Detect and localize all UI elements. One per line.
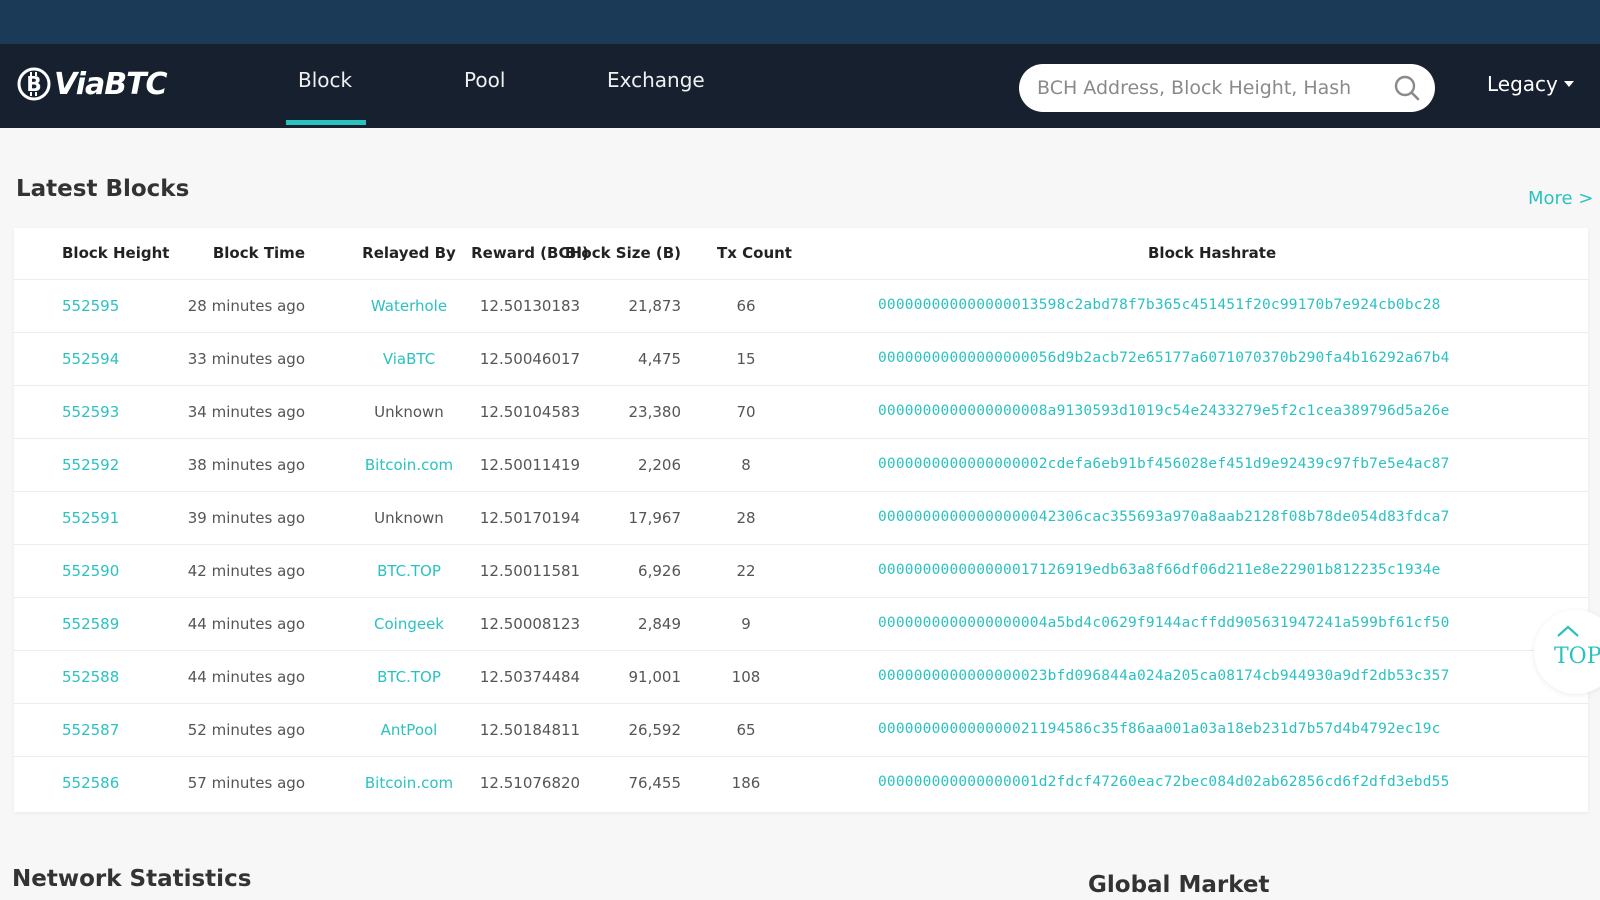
nav-item-block[interactable]: Block [298,68,352,92]
column-header-block-time: Block Time [212,244,305,262]
table-row: 552594 33 minutes ago ViaBTC 12.50046017… [14,333,1588,386]
reward: 12.50374484 [479,668,581,686]
table-row: 552595 28 minutes ago Waterhole 12.50130… [14,280,1588,333]
tx-count: 70 [736,403,756,421]
block-size: 4,475 [638,350,681,368]
block-hash-link[interactable]: 0000000000000000008a9130593d1019c54e2433… [878,403,1450,419]
tx-count: 28 [736,509,756,527]
reward: 12.50104583 [479,403,581,421]
block-size: 6,926 [638,562,681,580]
block-height-link[interactable]: 552588 [62,668,119,686]
block-time: 44 minutes ago [187,668,305,686]
block-height-link[interactable]: 552593 [62,403,119,421]
tx-count: 9 [741,615,751,633]
latest-blocks-title: Latest Blocks [16,176,190,202]
block-size: 76,455 [628,774,682,792]
tx-count: 8 [741,456,751,474]
chevron-up-icon [1557,625,1579,637]
block-hash-link[interactable]: 000000000000000001d2fdcf47260eac72bec084… [878,774,1450,790]
latest-blocks-table: Block Height Block Time Relayed By Rewar… [14,228,1588,812]
tx-count: 15 [736,350,756,368]
block-size: 26,592 [628,721,682,739]
navbar: B ViaBTC Block Pool Exchange Legacy [0,44,1600,128]
nav-active-indicator [286,120,366,125]
column-header-block-height: Block Height [62,244,170,262]
brand-name: ViaBTC [54,66,168,102]
back-to-top-label: TOP [1554,644,1600,669]
reward: 12.50011581 [479,562,581,580]
table-row: 552588 44 minutes ago BTC.TOP 12.5037448… [14,651,1588,704]
tx-count: 65 [736,721,756,739]
block-hash-link[interactable]: 00000000000000000056d9b2acb72e65177a6071… [878,350,1450,366]
block-time: 44 minutes ago [187,615,305,633]
search-input[interactable] [1037,70,1377,106]
block-hash-link[interactable]: 00000000000000000042306cac355693a970a8aa… [878,509,1450,525]
svg-text:B: B [26,72,41,96]
table-header: Block Height Block Time Relayed By Rewar… [14,228,1588,280]
tx-count: 108 [731,668,761,686]
legacy-dropdown[interactable]: Legacy [1487,72,1574,96]
block-size: 17,967 [628,509,682,527]
block-time: 34 minutes ago [187,403,305,421]
nav-item-exchange[interactable]: Exchange [607,68,705,92]
block-hash-link[interactable]: 000000000000000021194586c35f86aa001a03a1… [878,721,1441,737]
search-box [1019,64,1435,112]
reward: 12.50011419 [479,456,581,474]
block-hash-link[interactable]: 0000000000000000002cdefa6eb91bf456028ef4… [878,456,1450,472]
block-time: 42 minutes ago [187,562,305,580]
bitcoin-logo-icon: B [17,67,51,101]
table-row: 552591 39 minutes ago Unknown 12.5017019… [14,492,1588,545]
block-size: 2,206 [638,456,681,474]
reward: 12.50008123 [479,615,581,633]
legacy-label: Legacy [1487,72,1558,96]
block-height-link[interactable]: 552591 [62,509,119,527]
block-time: 33 minutes ago [187,350,305,368]
block-size: 2,849 [638,615,681,633]
block-size: 91,001 [628,668,682,686]
brand-logo[interactable]: B ViaBTC [16,62,168,106]
caret-down-icon [1563,81,1574,87]
block-size: 21,873 [628,297,682,315]
reward: 12.50130183 [479,297,581,315]
block-time: 28 minutes ago [187,297,305,315]
tx-count: 22 [736,562,756,580]
table-row: 552592 38 minutes ago Bitcoin.com 12.500… [14,439,1588,492]
global-market-title: Global Market [1088,872,1270,898]
table-row: 552586 57 minutes ago Bitcoin.com 12.510… [14,757,1588,810]
tx-count: 186 [731,774,761,792]
reward: 12.50046017 [479,350,581,368]
block-time: 39 minutes ago [187,509,305,527]
block-hash-link[interactable]: 0000000000000000004a5bd4c0629f9144acffdd… [878,615,1450,631]
block-height-link[interactable]: 552594 [62,350,119,368]
reward: 12.50170194 [479,509,581,527]
block-size: 23,380 [628,403,682,421]
network-statistics-title: Network Statistics [12,866,252,892]
nav-item-pool[interactable]: Pool [464,68,505,92]
block-hash-link[interactable]: 000000000000000017126919edb63a8f66df06d2… [878,562,1441,578]
column-header-block-size: Block Size (B) [564,244,681,262]
block-time: 57 minutes ago [187,774,305,792]
block-height-link[interactable]: 552590 [62,562,119,580]
block-time: 52 minutes ago [187,721,305,739]
column-header-block-hashrate: Block Hashrate [1148,244,1277,262]
table-row: 552593 34 minutes ago Unknown 12.5010458… [14,386,1588,439]
block-hash-link[interactable]: 0000000000000000023bfd096844a024a205ca08… [878,668,1450,684]
block-height-link[interactable]: 552589 [62,615,119,633]
reward: 12.51076820 [479,774,581,792]
block-height-link[interactable]: 552595 [62,297,119,315]
table-row: 552589 44 minutes ago Coingeek 12.500081… [14,598,1588,651]
tx-count: 66 [736,297,756,315]
block-height-link[interactable]: 552587 [62,721,119,739]
table-row: 552587 52 minutes ago AntPool 12.5018481… [14,704,1588,757]
block-height-link[interactable]: 552592 [62,456,119,474]
block-hash-link[interactable]: 000000000000000013598c2abd78f7b365c45145… [878,297,1441,313]
block-time: 38 minutes ago [187,456,305,474]
block-height-link[interactable]: 552586 [62,774,119,792]
table-row: 552590 42 minutes ago BTC.TOP 12.5001158… [14,545,1588,598]
search-icon[interactable] [1393,74,1421,102]
more-link[interactable]: More > [1528,188,1593,209]
reward: 12.50184811 [479,721,581,739]
top-strip [0,0,1600,44]
column-header-tx-count: Tx Count [717,244,792,262]
